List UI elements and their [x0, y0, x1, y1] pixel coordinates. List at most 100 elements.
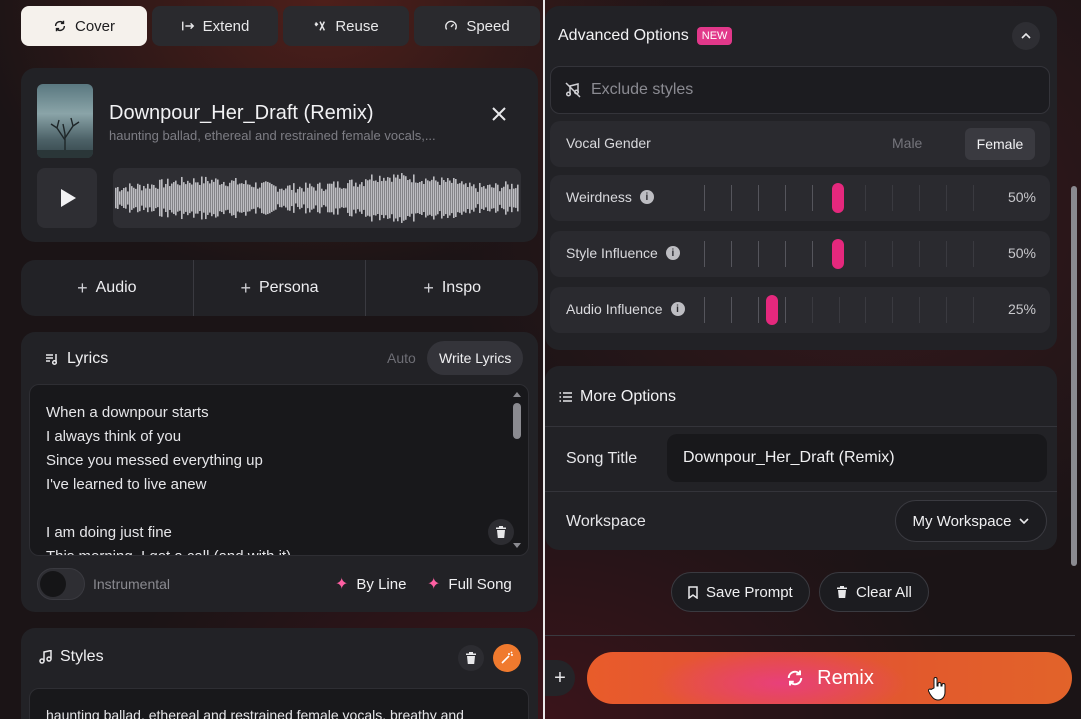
slider-tick — [865, 297, 867, 323]
slider-tick — [784, 297, 786, 323]
lyric-line: When a downpour starts — [46, 404, 209, 421]
slider-tick — [811, 241, 813, 267]
gender-male-option[interactable]: Male — [892, 135, 922, 151]
lyric-line: I always think of you — [46, 428, 182, 445]
advanced-options-card: Advanced Options NEW Exclude styles Voca… — [545, 6, 1057, 350]
slider-tick — [811, 185, 813, 211]
slider-tick — [919, 241, 921, 267]
gender-female-option[interactable]: Female — [965, 128, 1035, 160]
cover-art — [37, 84, 93, 158]
lyric-line: I've learned to live anew — [46, 476, 207, 493]
add-audio-button[interactable]: + Audio — [21, 260, 194, 316]
slider-thumb[interactable] — [832, 183, 845, 213]
magic-wand-icon — [501, 651, 513, 664]
divider — [545, 491, 1057, 492]
tab-reuse[interactable]: Reuse — [283, 6, 409, 46]
slider-tick — [892, 297, 894, 323]
sparkle-icon: ✦ — [335, 576, 349, 593]
add-button[interactable]: + — [545, 660, 575, 696]
weirdness-slider[interactable] — [704, 181, 974, 215]
plus-icon: + — [240, 277, 251, 298]
full-song-button[interactable]: ✦ Full Song — [427, 574, 512, 594]
audio-influence-row: Audio Influence i 25% — [550, 287, 1050, 333]
style-influence-value: 50% — [1007, 245, 1036, 261]
slider-tick — [784, 241, 786, 267]
bookmark-icon — [688, 585, 698, 599]
slider-tick — [973, 297, 974, 323]
tab-speed[interactable]: Speed — [414, 6, 540, 46]
tab-cover[interactable]: Cover — [21, 6, 147, 46]
tab-label: Speed — [466, 17, 510, 35]
waveform[interactable] — [113, 168, 521, 228]
style-influence-row: Style Influence i 50% — [550, 231, 1050, 277]
audio-influence-slider[interactable] — [704, 293, 974, 327]
slider-tick — [838, 297, 840, 323]
save-prompt-label: Save Prompt — [706, 583, 793, 601]
magic-wand-button[interactable] — [493, 644, 521, 672]
instrumental-toggle[interactable] — [37, 568, 85, 600]
lyrics-mode-write[interactable]: Write Lyrics — [427, 341, 524, 375]
advanced-options-title: Advanced Options — [558, 27, 689, 44]
song-title: Downpour_Her_Draft (Remix) — [109, 102, 374, 124]
lyric-line — [30, 497, 291, 521]
sparkle-icon: ✦ — [427, 576, 441, 593]
close-icon[interactable] — [489, 104, 509, 124]
slider-tick — [730, 185, 732, 211]
add-inspo-button[interactable]: + Inspo — [366, 260, 538, 316]
slider-thumb[interactable] — [766, 295, 779, 325]
lyrics-mode-auto[interactable]: Auto — [387, 350, 416, 366]
tab-label: Cover — [74, 17, 115, 35]
slider-tick — [784, 185, 786, 211]
weirdness-row: Weirdness i 50% — [550, 175, 1050, 221]
new-badge: NEW — [696, 27, 733, 45]
clear-lyrics-button[interactable] — [488, 519, 514, 545]
clear-all-button[interactable]: Clear All — [819, 572, 929, 612]
weirdness-value: 50% — [1007, 189, 1036, 205]
audio-influence-text: Audio Influence — [566, 301, 663, 317]
tab-extend[interactable]: Extend — [152, 6, 278, 46]
info-icon[interactable]: i — [670, 302, 685, 316]
by-line-label: By Line — [356, 575, 407, 593]
right-scrollbar-thumb[interactable] — [1071, 186, 1077, 566]
play-button[interactable] — [37, 168, 97, 228]
weirdness-text: Weirdness — [566, 189, 632, 205]
styles-heading: Styles — [39, 648, 104, 666]
slider-tick — [704, 297, 705, 323]
slider-tick — [704, 185, 705, 211]
add-persona-button[interactable]: + Persona — [194, 260, 367, 316]
style-influence-text: Style Influence — [566, 245, 658, 261]
slider-tick — [865, 241, 867, 267]
song-card: Downpour_Her_Draft (Remix) haunting ball… — [21, 68, 538, 242]
lyrics-scroll-thumb[interactable] — [513, 403, 521, 439]
vocal-gender-row: Vocal Gender Male Female — [550, 121, 1050, 167]
by-line-button[interactable]: ✦ By Line — [335, 574, 406, 594]
slider-thumb[interactable] — [832, 239, 845, 269]
lyric-line: Since you messed everything up — [46, 452, 263, 469]
remix-button[interactable]: Remix — [587, 652, 1072, 704]
info-icon[interactable]: i — [639, 190, 654, 204]
info-icon[interactable]: i — [665, 246, 680, 260]
workspace-select[interactable]: My Workspace — [895, 500, 1047, 542]
slider-tick — [919, 297, 921, 323]
slider-tick — [892, 241, 894, 267]
lyrics-textarea[interactable]: When a downpour starts I always think of… — [29, 384, 529, 556]
audio-influence-value: 25% — [1007, 301, 1036, 317]
collapse-button[interactable] — [1012, 22, 1040, 50]
more-options-card: More Options Song Title Downpour_Her_Dra… — [545, 366, 1057, 550]
slider-tick — [973, 185, 974, 211]
slider-tick — [946, 185, 948, 211]
styles-textarea[interactable]: haunting ballad, ethereal and restrained… — [29, 688, 529, 719]
style-influence-slider[interactable] — [704, 237, 974, 271]
save-prompt-button[interactable]: Save Prompt — [671, 572, 810, 612]
exclude-styles-input[interactable]: Exclude styles — [550, 66, 1050, 114]
slider-tick — [757, 241, 759, 267]
lyrics-scrollbar[interactable] — [512, 389, 522, 551]
tree-image — [37, 117, 93, 158]
slider-tick — [757, 297, 759, 323]
slider-tick — [811, 297, 813, 323]
song-title-input[interactable]: Downpour_Her_Draft (Remix) — [667, 434, 1047, 482]
music-note-icon — [39, 650, 52, 664]
add-inspo-label: Inspo — [441, 279, 481, 296]
mode-tabs: Cover Extend Reuse Speed — [21, 6, 540, 46]
clear-styles-button[interactable] — [458, 645, 484, 671]
